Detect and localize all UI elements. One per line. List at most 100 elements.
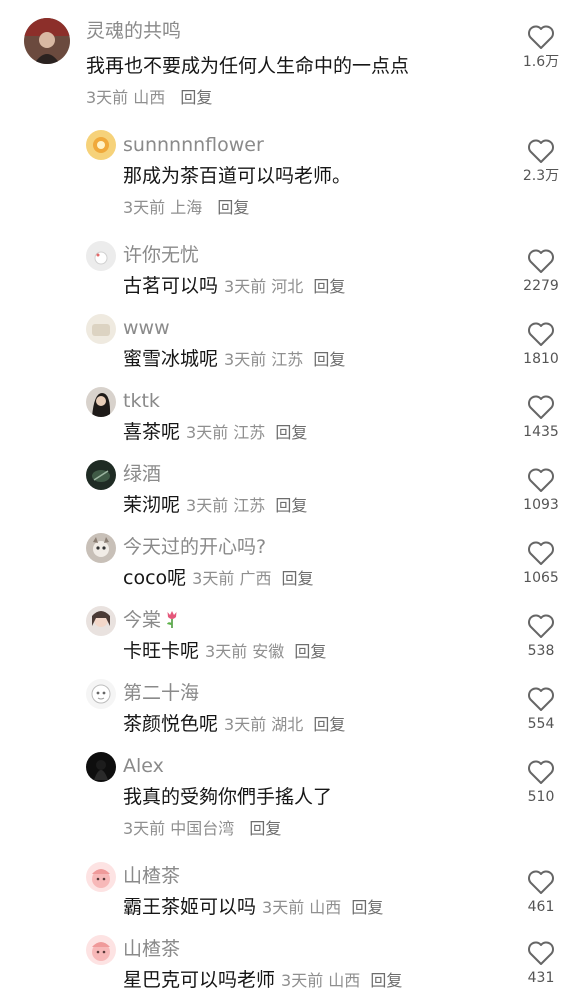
comment-username[interactable]: 山楂茶 [123,938,180,960]
comment-username[interactable]: www [123,317,170,339]
heart-outline-icon [528,870,554,894]
user-avatar[interactable] [24,18,70,64]
user-avatar[interactable] [86,679,116,709]
comment-time: 3天前 [192,569,235,588]
comment-username-line[interactable]: 今棠 [123,609,179,631]
reply-button[interactable]: 回复 [370,971,402,990]
reply-button[interactable]: 回复 [313,350,345,369]
comment-text: 古茗可以吗 [123,275,219,297]
heart-outline-icon [528,322,554,346]
comment-username[interactable]: 山楂茶 [123,865,180,887]
reply-button[interactable]: 回复 [275,496,307,515]
user-avatar[interactable] [86,241,116,271]
comment-text: 茉沏呢 [123,494,181,516]
comment-time: 3天前 [224,350,267,369]
user-avatar[interactable] [86,752,116,782]
like-count: 510 [527,789,555,805]
like-count: 554 [527,716,555,732]
like-button[interactable]: 1093 [520,467,562,513]
like-button[interactable]: 510 [520,759,562,805]
comment-time: 3天前 [281,971,324,990]
comment-text-line: 星巴克可以吗老师 3天前 山西 回复 [123,969,402,992]
like-button[interactable]: 1435 [520,394,562,440]
comment-region: 山西 [309,898,342,917]
like-count: 2.3万 [522,168,560,184]
comment-text: 茶颜悦色呢 [123,713,219,735]
user-avatar[interactable] [86,935,116,965]
comment-region: 山西 [328,971,361,990]
comment-text-line: 喜茶呢 3天前 江苏 回复 [123,421,307,444]
reply-button[interactable]: 回复 [249,819,281,838]
reply-button[interactable]: 回复 [217,198,249,217]
comment-text: 喜茶呢 [123,421,181,443]
comment-region: 江苏 [233,496,266,515]
comment-username[interactable]: 今天过的开心吗? [123,536,266,558]
comment-text: 星巴克可以吗老师 [123,969,276,991]
heart-outline-icon [528,139,554,163]
user-avatar[interactable] [86,314,116,344]
heart-outline-icon [528,760,554,784]
comment-username: 今棠 [123,609,162,631]
reply-button[interactable]: 回复 [351,898,383,917]
heart-outline-icon [528,687,554,711]
comment-text: 卡旺卡呢 [123,640,200,662]
like-count: 1.6万 [522,54,560,70]
like-button[interactable]: 1065 [520,540,562,586]
comment-region: 江苏 [271,350,304,369]
heart-outline-icon [528,614,554,638]
comment-text: 我再也不要成为任何人生命中的一点点 [86,55,410,77]
comment-username[interactable]: 许你无忧 [123,244,199,266]
heart-outline-icon [528,395,554,419]
comment-region: 山西 [133,88,166,107]
like-button[interactable]: 538 [520,613,562,659]
comment-time: 3天前 [86,88,129,107]
like-button[interactable]: 431 [520,940,562,986]
reply-button[interactable]: 回复 [313,715,345,734]
comment-username[interactable]: Alex [123,755,164,777]
reply-button[interactable]: 回复 [313,277,345,296]
comment-region: 湖北 [271,715,304,734]
reply-button[interactable]: 回复 [294,642,326,661]
comment-username[interactable]: 第二十海 [123,682,199,704]
comment-username[interactable]: 绿酒 [123,463,161,485]
like-count: 538 [527,643,555,659]
comment-time: 3天前 [186,423,229,442]
comment-username[interactable]: sunnnnnflower [123,134,264,156]
comment-time: 3天前 [123,819,166,838]
comment-text-line: 古茗可以吗 3天前 河北 回复 [123,275,345,298]
like-button[interactable]: 461 [520,869,562,915]
comment-text: 我真的受夠你們手搖人了 [123,786,333,808]
reply-button[interactable]: 回复 [281,569,313,588]
reply-button[interactable]: 回复 [180,88,212,107]
like-button[interactable]: 1810 [520,321,562,367]
like-button[interactable]: 2279 [520,248,562,294]
user-avatar[interactable] [86,533,116,563]
like-button[interactable]: 2.3万 [520,138,562,184]
comment-time: 3天前 [205,642,248,661]
comment-text: 那成为茶百道可以吗老师。 [123,165,352,187]
heart-outline-icon [528,941,554,965]
comment-username[interactable]: tktk [123,390,160,412]
reply-button[interactable]: 回复 [275,423,307,442]
user-avatar[interactable] [86,130,116,160]
like-count: 1810 [523,351,559,367]
comment-text-line: 蜜雪冰城呢 3天前 江苏 回复 [123,348,345,371]
like-count: 461 [527,899,555,915]
like-button[interactable]: 554 [520,686,562,732]
comment-username[interactable]: 灵魂的共鸣 [86,20,181,42]
comment-text-line: 卡旺卡呢 3天前 安徽 回复 [123,640,326,663]
user-avatar[interactable] [86,606,116,636]
like-count: 2279 [523,278,559,294]
like-count: 1435 [523,424,559,440]
comment-text-line: coco呢 3天前 广西 回复 [123,567,313,590]
user-avatar[interactable] [86,862,116,892]
user-avatar[interactable] [86,387,116,417]
comment-text-line: 茶颜悦色呢 3天前 湖北 回复 [123,713,345,736]
comment-text: 霸王茶姬可以吗 [123,896,257,918]
like-button[interactable]: 1.6万 [520,24,562,70]
heart-outline-icon [528,468,554,492]
comment-time: 3天前 [224,715,267,734]
user-avatar[interactable] [86,460,116,490]
comment-time: 3天前 [224,277,267,296]
comment-text-line: 霸王茶姬可以吗 3天前 山西 回复 [123,896,383,919]
